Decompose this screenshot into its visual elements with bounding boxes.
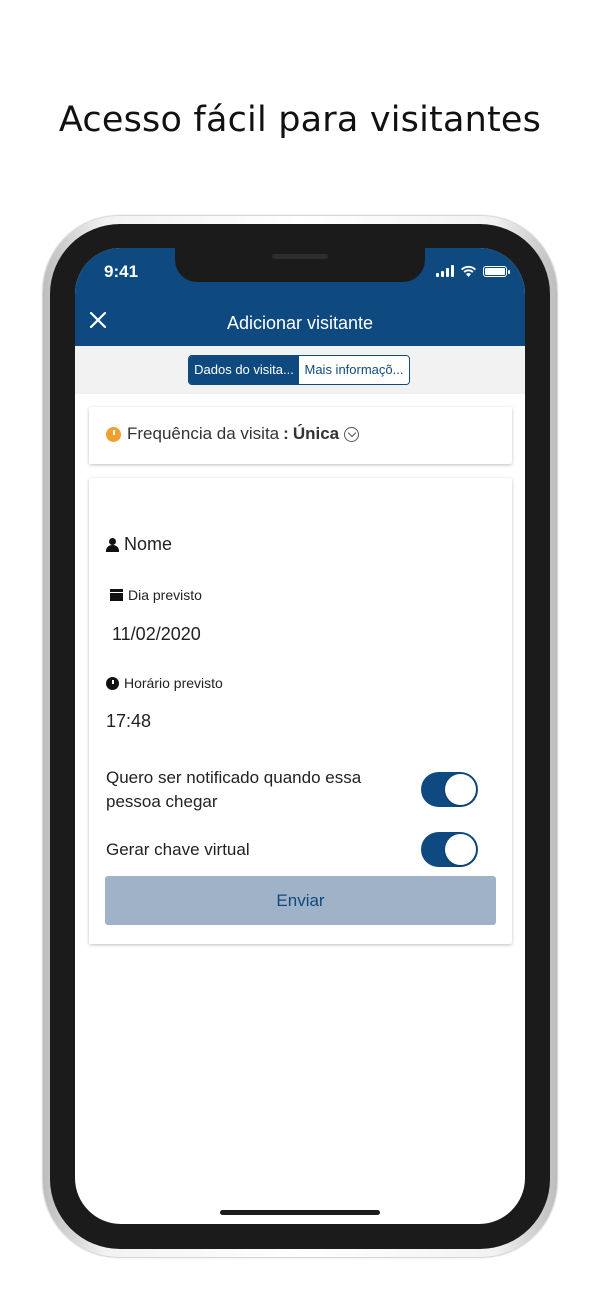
notify-toggle[interactable] — [421, 772, 478, 807]
name-field[interactable]: Nome — [106, 534, 172, 555]
date-field[interactable]: 11/02/2020 — [112, 624, 201, 645]
wifi-icon — [461, 265, 476, 277]
phone-notch — [175, 248, 425, 282]
segmented-tabs: Dados do visita... Mais informaçõ... — [188, 355, 410, 385]
promo-headline: Acesso fácil para visitantes — [58, 100, 542, 140]
time-label: Horário previsto — [124, 675, 223, 691]
frequency-value: Única — [292, 424, 340, 443]
time-label-row: Horário previsto — [106, 675, 223, 691]
time-field[interactable]: 17:48 — [106, 711, 151, 732]
virtual-key-label: Gerar chave virtual — [106, 840, 250, 859]
phone-screen: 9:41 Adicionar visitante Dados do visita… — [75, 248, 525, 1224]
date-label-row: Dia previsto — [110, 587, 202, 603]
calendar-icon — [110, 589, 123, 601]
visitor-form: Nome Dia previsto 11/02/2020 Horário pre… — [89, 478, 512, 944]
frequency-label: Frequência da visita — [127, 424, 280, 443]
battery-icon — [483, 266, 510, 277]
page-title: Adicionar visitante — [226, 313, 374, 333]
clock-icon — [106, 426, 121, 442]
date-label: Dia previsto — [128, 587, 202, 603]
frequency-card[interactable]: Frequência da visita : Única — [89, 407, 512, 464]
submit-button[interactable]: Enviar — [105, 876, 496, 925]
home-indicator[interactable] — [220, 1210, 380, 1215]
status-icons — [436, 265, 510, 277]
name-label: Nome — [124, 534, 173, 554]
frequency-separator: : — [283, 424, 289, 443]
frequency-selector[interactable]: Frequência da visita : Única — [106, 424, 360, 444]
notify-label: Quero ser notificado quando essa pessoa … — [106, 768, 362, 811]
clock-icon — [106, 676, 119, 690]
tab-mais-informacoes[interactable]: Mais informaçõ... — [299, 356, 409, 384]
chevron-down-icon[interactable] — [344, 426, 360, 442]
virtual-key-toggle[interactable] — [421, 832, 478, 867]
tab-dados-visitante[interactable]: Dados do visita... — [189, 356, 299, 384]
signal-icon — [436, 265, 454, 277]
status-time: 9:41 — [104, 262, 139, 281]
user-icon — [106, 537, 119, 552]
